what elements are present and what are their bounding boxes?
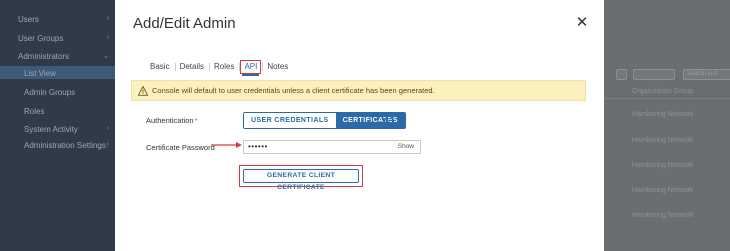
- sidebar-item-list-view[interactable]: List View: [24, 69, 56, 78]
- authentication-label-text: Authentication: [146, 116, 194, 125]
- sidebar-item-administrators[interactable]: Administrators: [18, 52, 69, 61]
- table-header-organization-group: Organization Group: [632, 88, 694, 95]
- modal-title: Add/Edit Admin: [133, 15, 236, 32]
- certificates-option[interactable]: CERTIFICATES: [335, 113, 405, 128]
- tab-label: Roles: [214, 62, 235, 71]
- table-cell: Hamkoring Network: [632, 111, 694, 118]
- red-arrow-annotation: [211, 142, 242, 148]
- password-value: ••••••: [248, 142, 268, 151]
- generate-button-highlight: GENERATE CLIENT CERTIFICATE: [239, 165, 363, 191]
- warning-alert: Console will default to user credentials…: [131, 80, 586, 101]
- chevron-right-icon: ›: [106, 34, 109, 41]
- chevron-down-icon: ⌄: [103, 53, 109, 60]
- chevron-right-icon: ›: [106, 125, 109, 132]
- tab-basic[interactable]: Basic: [145, 61, 175, 73]
- highlight-box: [240, 60, 262, 74]
- background-sidebar: Users › User Groups › Administrators ⌄ L…: [0, 0, 115, 251]
- user-credentials-option[interactable]: USER CREDENTIALS: [244, 113, 336, 128]
- table-cell: Hamkoring Network: [632, 212, 694, 219]
- divider: [604, 98, 730, 99]
- chevron-right-icon: ›: [106, 141, 109, 148]
- refresh-button[interactable]: [616, 69, 627, 80]
- tab-details[interactable]: Details: [174, 61, 209, 73]
- tab-label: Notes: [267, 62, 289, 71]
- tab-notes[interactable]: Notes: [262, 61, 293, 73]
- modal-tabs: Basic Details Roles API Notes: [145, 60, 293, 76]
- sidebar-item-administration-settings[interactable]: Administration Settings: [24, 141, 106, 150]
- certificate-password-field[interactable]: •••••• Show: [243, 140, 421, 154]
- search-input[interactable]: Search List: [683, 69, 730, 80]
- table-cell: Hamkoring Network: [632, 137, 694, 144]
- close-icon[interactable]: ✕: [575, 15, 589, 30]
- tab-label: Basic: [150, 62, 170, 71]
- info-icon[interactable]: i: [384, 116, 394, 126]
- warning-icon: [138, 85, 148, 96]
- sidebar-active-bar: [0, 66, 115, 79]
- tab-api[interactable]: API: [239, 60, 262, 76]
- add-edit-admin-modal: Add/Edit Admin ✕ Basic Details Roles API…: [115, 0, 604, 251]
- certificate-password-label: Certificate Password: [146, 143, 215, 152]
- tab-label: Details: [179, 62, 205, 71]
- authentication-label: Authentication*: [146, 116, 197, 125]
- table-cell: Hamkoring Network: [632, 187, 694, 194]
- search-placeholder: Search List: [687, 71, 718, 77]
- generate-client-certificate-button[interactable]: GENERATE CLIENT CERTIFICATE: [243, 169, 359, 191]
- alert-text: Console will default to user credentials…: [152, 86, 435, 95]
- sidebar-item-system-activity[interactable]: System Activity: [24, 125, 78, 134]
- chevron-right-icon: ›: [106, 15, 109, 22]
- authentication-toggle[interactable]: USER CREDENTIALS CERTIFICATES: [243, 112, 406, 129]
- sidebar-item-roles[interactable]: Roles: [24, 107, 44, 116]
- sidebar-item-users[interactable]: Users: [18, 15, 39, 24]
- sidebar-item-user-groups[interactable]: User Groups: [18, 34, 63, 43]
- table-cell: Hamkoring Network: [632, 162, 694, 169]
- tab-roles[interactable]: Roles: [209, 61, 239, 73]
- required-marker: *: [194, 116, 198, 125]
- show-password-toggle[interactable]: Show: [398, 141, 414, 153]
- layout-button[interactable]: [633, 69, 675, 80]
- background-table-area: Search List Organization Group Hamkoring…: [604, 0, 730, 251]
- sidebar-item-admin-groups[interactable]: Admin Groups: [24, 88, 75, 97]
